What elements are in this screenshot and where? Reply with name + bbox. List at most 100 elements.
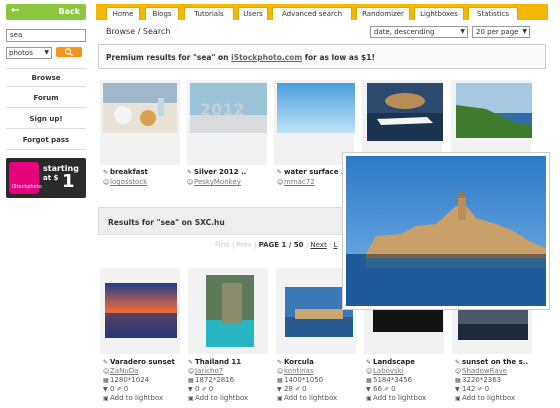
thumbnail-landscape[interactable] [373, 310, 443, 332]
user-link[interactable]: mmac72 [284, 178, 315, 186]
image-title[interactable]: sunset on the s.. [462, 358, 528, 366]
user-icon: ☺ [277, 368, 284, 375]
add-to-lightbox-link[interactable]: Add to lightbox [195, 394, 248, 402]
image-icon: ✎ [455, 359, 461, 366]
page: ← Back sea photos ▼ Browse Forum Sign up!… [0, 0, 560, 408]
user-link[interactable]: PeskyMonkey [194, 178, 241, 186]
caption: ☺logosstock [103, 178, 147, 187]
thumbnail-thailand-11[interactable] [206, 275, 254, 347]
user-link[interactable]: Jaricho7 [195, 367, 223, 375]
add-to-lightbox-link[interactable]: Add to lightbox [284, 394, 337, 402]
pager-last[interactable]: L [334, 241, 338, 249]
add-to-lightbox-link[interactable]: Add to lightbox [110, 394, 163, 402]
download-count: 142 [462, 385, 476, 393]
page-title: Browse / Search [106, 27, 171, 36]
tab-home[interactable]: Home [106, 7, 140, 20]
promo-line2: at $ [43, 174, 59, 182]
pagination: First | Prev | PAGE 1 / 50 | Next | L [215, 241, 338, 249]
lightbox-icon: ▣ [366, 395, 372, 402]
result-caption: ✎ sunset on the s.. ☺ShadowRave ▦3220*236… [455, 358, 528, 403]
pager-first[interactable]: First [215, 241, 230, 249]
per-page-select[interactable]: 20 per page ▼ [472, 26, 530, 38]
promo-price: 1 [62, 171, 75, 192]
image-size: 1400*1050 [284, 376, 324, 384]
thumbnail-varadero-sunset[interactable] [105, 283, 177, 338]
image-size: 3220*2363 [462, 376, 502, 384]
per-page-value: 20 per page [476, 28, 519, 36]
add-to-lightbox-link[interactable]: Add to lightbox [462, 394, 515, 402]
caption: ✎ water surface .. [277, 168, 346, 177]
download-icon: ▼ [277, 386, 282, 393]
arrow-left-icon: ← [11, 5, 20, 16]
dimensions-icon: ▦ [455, 377, 461, 384]
istock-promo-banner[interactable]: iStockphoto starting at $ 1 [6, 158, 86, 198]
tab-lightboxes[interactable]: Lightboxes [414, 7, 464, 20]
download-icon: ▼ [103, 386, 108, 393]
preview-image-korcula [346, 156, 546, 306]
thumbnail-breakfast[interactable] [103, 83, 177, 133]
type-select[interactable]: photos ▼ [6, 47, 52, 59]
user-link[interactable]: logosstock [110, 178, 147, 186]
comment-count: 0 [302, 385, 307, 393]
tab-users[interactable]: Users [238, 7, 268, 20]
user-icon: ☺ [187, 179, 194, 186]
nav-forum[interactable]: Forum [6, 89, 86, 108]
tab-blogs[interactable]: Blogs [145, 7, 179, 20]
nav-browse[interactable]: Browse [6, 68, 86, 87]
istockphoto-link[interactable]: iStockphoto.com [231, 53, 302, 62]
download-count: 66 [373, 385, 382, 393]
nav-forgot-pass[interactable]: Forgot pass [6, 131, 86, 150]
search-input[interactable]: sea [6, 29, 86, 42]
caption: ☺mmac72 [277, 178, 315, 187]
tab-randomizer[interactable]: Randomizer [356, 7, 410, 20]
image-title[interactable]: breakfast [110, 168, 148, 176]
image-title[interactable]: water surface .. [284, 168, 346, 176]
user-icon: ☺ [455, 368, 462, 375]
nav-signup[interactable]: Sign up! [6, 110, 86, 129]
pager-next[interactable]: Next [310, 241, 326, 249]
image-icon: ✎ [366, 359, 372, 366]
thumbnail-yacht[interactable] [367, 83, 443, 141]
sxc-heading: Results for "sea" on SXC.hu [108, 218, 225, 227]
user-link[interactable]: ShadowRave [462, 367, 507, 375]
sort-select[interactable]: date, descending ▼ [370, 26, 468, 38]
tab-statistics[interactable]: Statistics [468, 7, 518, 20]
comment-count: 0 [484, 385, 490, 393]
user-link[interactable]: kontinas [284, 367, 314, 375]
search-button[interactable] [56, 47, 82, 57]
thumbnail-cliffs[interactable] [456, 83, 532, 138]
comment-count: 0 [391, 385, 396, 393]
comment-icon: ✐ [477, 386, 483, 393]
back-button[interactable]: ← Back [6, 4, 86, 20]
image-title[interactable]: Korcula [284, 358, 314, 366]
user-icon: ☺ [188, 368, 195, 375]
image-title[interactable]: Landscape [373, 358, 415, 366]
image-title[interactable]: Varadero sunset [110, 358, 175, 366]
pager-prev[interactable]: Prev [237, 241, 252, 249]
user-link[interactable]: Labovski [373, 367, 404, 375]
result-caption: ✎ Landscape ☺Labovski ▦5184*3456 ▼ 66 ✐ 0 ▣… [366, 358, 426, 403]
result-caption: ✎ Korcula ☺kontinas ▦1400*1050 ▼ 28 ✐ 0 ▣Ad… [277, 358, 337, 403]
image-title[interactable]: Thailand 11 [195, 358, 241, 366]
tab-tutorials[interactable]: Tutorials [184, 7, 234, 20]
tab-bar: Home Blogs Tutorials Users Advanced sear… [96, 4, 548, 20]
thumbnail-sunset-on-the-s[interactable] [458, 310, 528, 340]
dimensions-icon: ▦ [277, 377, 283, 384]
add-to-lightbox-link[interactable]: Add to lightbox [373, 394, 426, 402]
image-icon: ✎ [103, 169, 109, 176]
lightbox-icon: ▣ [103, 395, 109, 402]
comment-count: 0 [123, 385, 129, 393]
image-title[interactable]: Silver 2012 .. [194, 168, 246, 176]
pager-current: PAGE 1 / 50 [258, 241, 304, 249]
thumbnail-silver-2012[interactable]: 2012 [190, 83, 267, 133]
thumbnail-water-surface[interactable] [277, 83, 355, 133]
comment-icon: ✐ [116, 386, 122, 393]
download-icon: ▼ [455, 386, 460, 393]
download-count: 0 [195, 385, 200, 393]
download-count: 28 [284, 385, 293, 393]
user-icon: ☺ [277, 179, 284, 186]
image-size: 5184*3456 [373, 376, 413, 384]
result-caption: ✎ Varadero sunset ☺ZaNuDa ▦1280*1024 ▼ 0 ✐… [103, 358, 175, 403]
user-link[interactable]: ZaNuDa [110, 367, 138, 375]
tab-advanced-search[interactable]: Advanced search [272, 7, 352, 20]
